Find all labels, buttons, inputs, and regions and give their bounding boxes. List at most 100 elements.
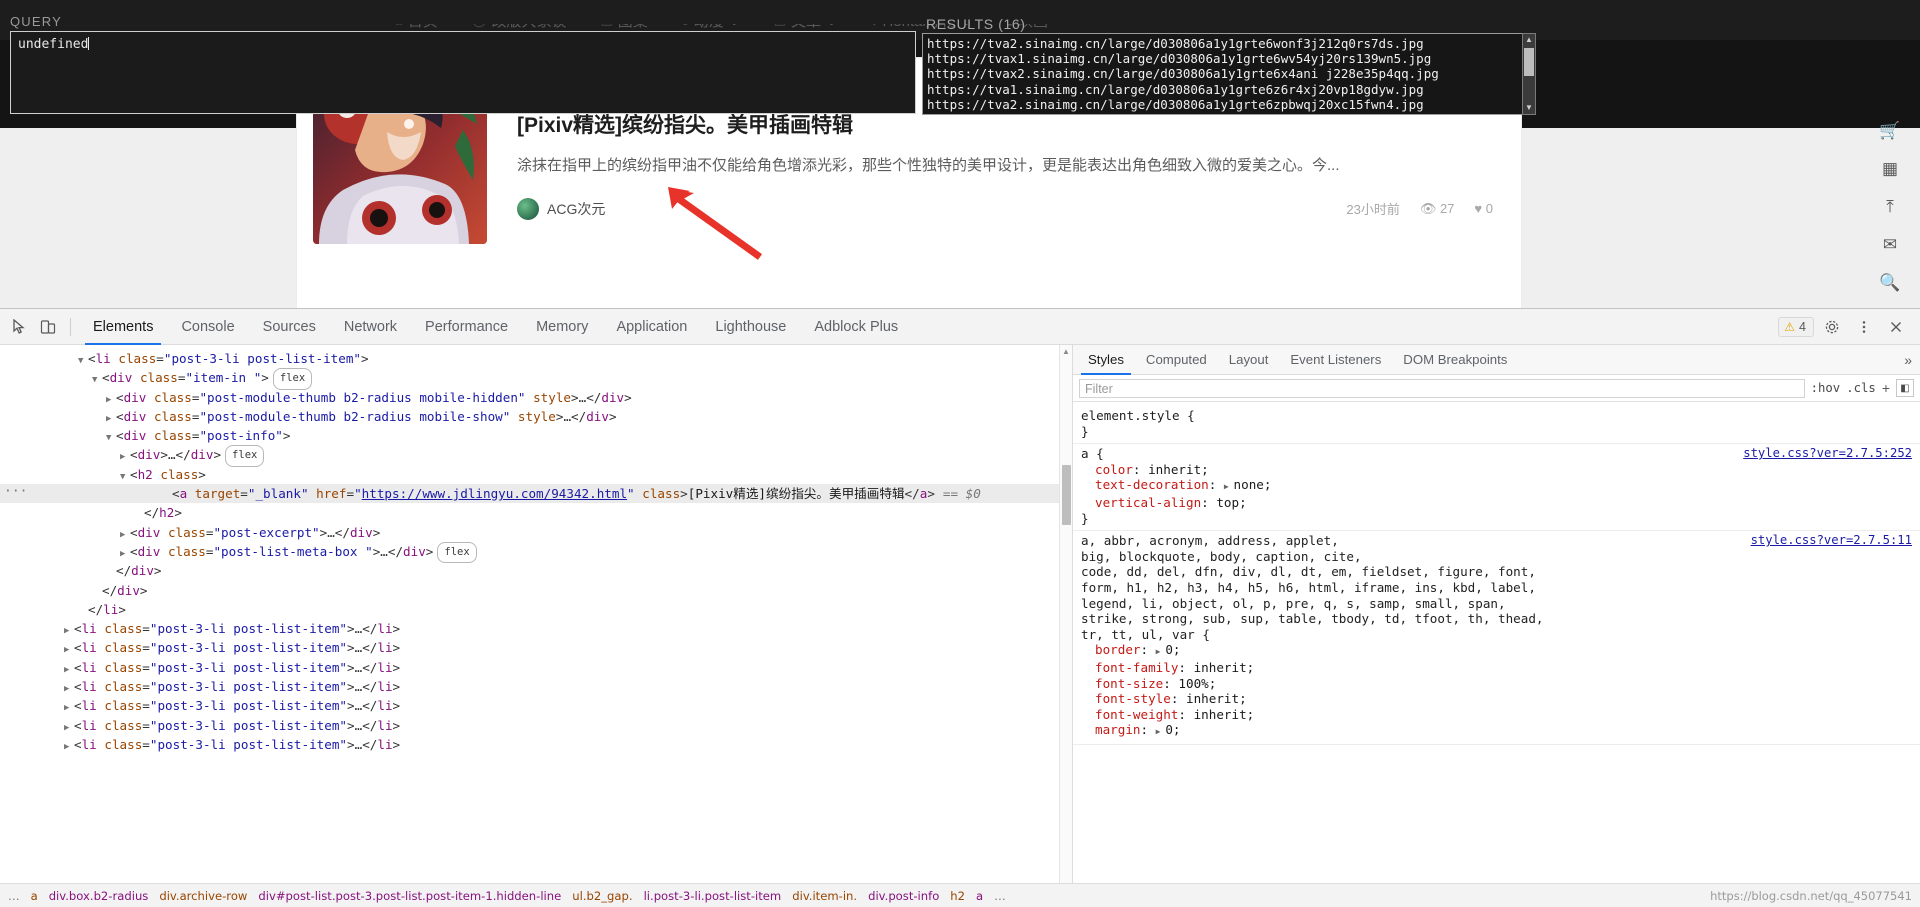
- css-value[interactable]: : inherit;: [1178, 707, 1254, 722]
- dom-node[interactable]: ▶ <li class="post-3-li post-list-item">…<…: [0, 696, 1072, 715]
- dom-node[interactable]: ▶ <li class="post-3-li post-list-item">…<…: [0, 619, 1072, 638]
- css-selector[interactable]: form, h1, h2, h3, h4, h5, h6, html, ifra…: [1081, 580, 1912, 596]
- dom-node[interactable]: ▶ <li class="post-3-li post-list-item">…<…: [0, 658, 1072, 677]
- post-likes[interactable]: ♥ 0: [1474, 201, 1493, 216]
- css-declaration[interactable]: font-size: 100%;: [1081, 676, 1912, 692]
- dom-node[interactable]: ▼ <div class="post-info">: [0, 426, 1072, 445]
- css-property[interactable]: font-size: [1081, 676, 1163, 692]
- tab-network[interactable]: Network: [330, 309, 411, 345]
- tab-memory[interactable]: Memory: [522, 309, 602, 345]
- breadcrumb-item[interactable]: div.box.b2-radius: [49, 889, 149, 903]
- css-source-link[interactable]: style.css?ver=2.7.5:11: [1751, 533, 1912, 549]
- tab-performance[interactable]: Performance: [411, 309, 522, 345]
- breadcrumb-item[interactable]: li.post-3-li.post-list-item: [644, 889, 782, 903]
- dom-scrollbar-thumb[interactable]: [1062, 465, 1071, 525]
- css-source-link[interactable]: style.css?ver=2.7.5:252: [1743, 446, 1912, 462]
- css-rule[interactable]: style.css?ver=2.7.5:252 a {color: inherit…: [1073, 444, 1920, 532]
- dom-node[interactable]: </h2>: [0, 503, 1072, 522]
- css-value[interactable]: : 100%;: [1163, 676, 1216, 691]
- breadcrumb-item[interactable]: div.item-in.: [792, 889, 857, 903]
- results-output[interactable]: https://tva2.sinaimg.cn/large/d030806a1y…: [922, 33, 1536, 115]
- css-property[interactable]: font-family: [1081, 660, 1178, 676]
- dom-node[interactable]: ▶ <li class="post-3-li post-list-item">…<…: [0, 735, 1072, 754]
- css-rule[interactable]: element.style {}: [1073, 406, 1920, 445]
- tab-application[interactable]: Application: [602, 309, 701, 345]
- dom-node-selected[interactable]: <a target="_blank" href="https://www.jdl…: [0, 482, 1072, 504]
- dom-node[interactable]: ▶ <div>…</div> flex: [0, 445, 1072, 467]
- dom-node[interactable]: ▶ <li class="post-3-li post-list-item">…<…: [0, 638, 1072, 657]
- kebab-menu-icon[interactable]: [1850, 313, 1878, 341]
- css-value[interactable]: : ▶ 0;: [1141, 722, 1181, 737]
- inspect-element-icon[interactable]: [6, 313, 34, 341]
- css-selector[interactable]: element.style {: [1081, 408, 1912, 424]
- css-property[interactable]: margin: [1081, 722, 1141, 738]
- css-declaration[interactable]: text-decoration: ▶ none;: [1081, 477, 1912, 495]
- dom-node[interactable]: ▼ <li class="post-3-li post-list-item">: [0, 349, 1072, 368]
- breadcrumb-item[interactable]: …: [994, 889, 1006, 903]
- toggle-element-state-icon[interactable]: ◧: [1896, 379, 1914, 397]
- results-scrollbar[interactable]: ▲ ▼: [1522, 33, 1536, 115]
- css-selector[interactable]: legend, li, object, ol, p, pre, q, s, sa…: [1081, 596, 1912, 612]
- dom-node[interactable]: ▶ <div class="post-module-thumb b2-radius…: [0, 407, 1072, 426]
- dom-node[interactable]: </div>: [0, 581, 1072, 600]
- styles-tab-dom-breakpoints[interactable]: DOM Breakpoints: [1392, 345, 1518, 375]
- device-toolbar-icon[interactable]: [34, 313, 62, 341]
- expand-triangle-icon[interactable]: ▶: [1224, 482, 1234, 491]
- css-rules-list[interactable]: element.style {} style.css?ver=2.7.5:252 a…: [1073, 402, 1920, 745]
- styles-tab-event-listeners[interactable]: Event Listeners: [1279, 345, 1392, 375]
- dom-tree-pane[interactable]: ▼ <li class="post-3-li post-list-item"> ▼ <…: [0, 345, 1073, 907]
- gear-icon[interactable]: [1818, 313, 1846, 341]
- dom-node[interactable]: ▼ <h2 class>: [0, 465, 1072, 484]
- chevron-right-icon[interactable]: »: [1896, 352, 1920, 368]
- breadcrumb-item[interactable]: a: [976, 889, 983, 903]
- styles-filter-input[interactable]: Filter: [1079, 378, 1805, 398]
- warning-badge[interactable]: ⚠ 4: [1778, 316, 1814, 337]
- tab-sources[interactable]: Sources: [249, 309, 330, 345]
- css-declaration[interactable]: font-family: inherit;: [1081, 660, 1912, 676]
- styles-tab-strip[interactable]: Styles Computed Layout Event Listeners DOM B…: [1073, 345, 1920, 375]
- scrollbar-thumb[interactable]: [1524, 48, 1534, 76]
- css-value[interactable]: : inherit;: [1133, 462, 1209, 477]
- styles-tab-layout[interactable]: Layout: [1218, 345, 1280, 375]
- css-property[interactable]: vertical-align: [1081, 495, 1201, 511]
- breadcrumb-item[interactable]: div#post-list.post-3.post-list.post-item…: [258, 889, 561, 903]
- dom-node[interactable]: ▶ <div class="post-list-meta-box ">…</div…: [0, 541, 1072, 564]
- mail-icon[interactable]: ✉: [1870, 226, 1910, 264]
- css-declaration[interactable]: font-weight: inherit;: [1081, 707, 1912, 723]
- dom-node[interactable]: </div>: [0, 561, 1072, 580]
- css-declaration[interactable]: border: ▶ 0;: [1081, 642, 1912, 660]
- breadcrumb-item[interactable]: a: [31, 889, 38, 903]
- tab-adblock-plus[interactable]: Adblock Plus: [800, 309, 912, 345]
- dom-node[interactable]: ▶ <li class="post-3-li post-list-item">…<…: [0, 716, 1072, 735]
- css-selector[interactable]: code, dd, del, dfn, div, dl, dt, em, fie…: [1081, 564, 1912, 580]
- css-property[interactable]: text-decoration: [1081, 477, 1209, 493]
- breadcrumb-item[interactable]: ul.b2_gap.: [572, 889, 632, 903]
- close-icon[interactable]: [1882, 313, 1910, 341]
- floating-side-dock[interactable]: 🛒▦⤒✉🔍⌄: [1870, 112, 1912, 340]
- dom-scroll-up-icon[interactable]: ▲: [1062, 347, 1070, 356]
- expand-triangle-icon[interactable]: ▶: [1156, 647, 1166, 656]
- css-declaration[interactable]: vertical-align: top;: [1081, 495, 1912, 511]
- upload-icon[interactable]: ⤒: [1870, 188, 1910, 226]
- dom-breadcrumb[interactable]: … a div.box.b2-radius div.archive-row div#po…: [0, 883, 1920, 907]
- query-input[interactable]: undefined: [10, 31, 916, 114]
- css-declaration[interactable]: margin: ▶ 0;: [1081, 722, 1912, 740]
- breadcrumb-item[interactable]: …: [8, 889, 20, 903]
- breadcrumb-item[interactable]: h2: [950, 889, 965, 903]
- tab-lighthouse[interactable]: Lighthouse: [701, 309, 800, 345]
- css-selector[interactable]: big, blockquote, body, caption, cite,: [1081, 549, 1912, 565]
- dom-node[interactable]: ▶ <div class="post-excerpt">…</div>: [0, 523, 1072, 542]
- dom-node[interactable]: ▼ <div class="item-in "> flex: [0, 368, 1072, 390]
- cart-icon[interactable]: 🛒: [1870, 112, 1910, 150]
- tab-console[interactable]: Console: [167, 309, 248, 345]
- dom-tree[interactable]: ▼ <li class="post-3-li post-list-item"> ▼ <…: [0, 345, 1072, 754]
- dom-node[interactable]: </li>: [0, 600, 1072, 619]
- css-value[interactable]: : top;: [1201, 495, 1247, 510]
- dom-node[interactable]: ▶ <div class="post-module-thumb b2-radius…: [0, 388, 1072, 407]
- css-value[interactable]: : inherit;: [1171, 691, 1247, 706]
- breadcrumb-item[interactable]: div.post-info: [868, 889, 939, 903]
- scroll-down-icon[interactable]: ▼: [1523, 102, 1535, 114]
- css-property[interactable]: font-style: [1081, 691, 1171, 707]
- css-selector[interactable]: tr, tt, ul, var {: [1081, 627, 1912, 643]
- post-title[interactable]: [Pixiv精选]缤纷指尖。美甲插画特辑: [517, 112, 1493, 139]
